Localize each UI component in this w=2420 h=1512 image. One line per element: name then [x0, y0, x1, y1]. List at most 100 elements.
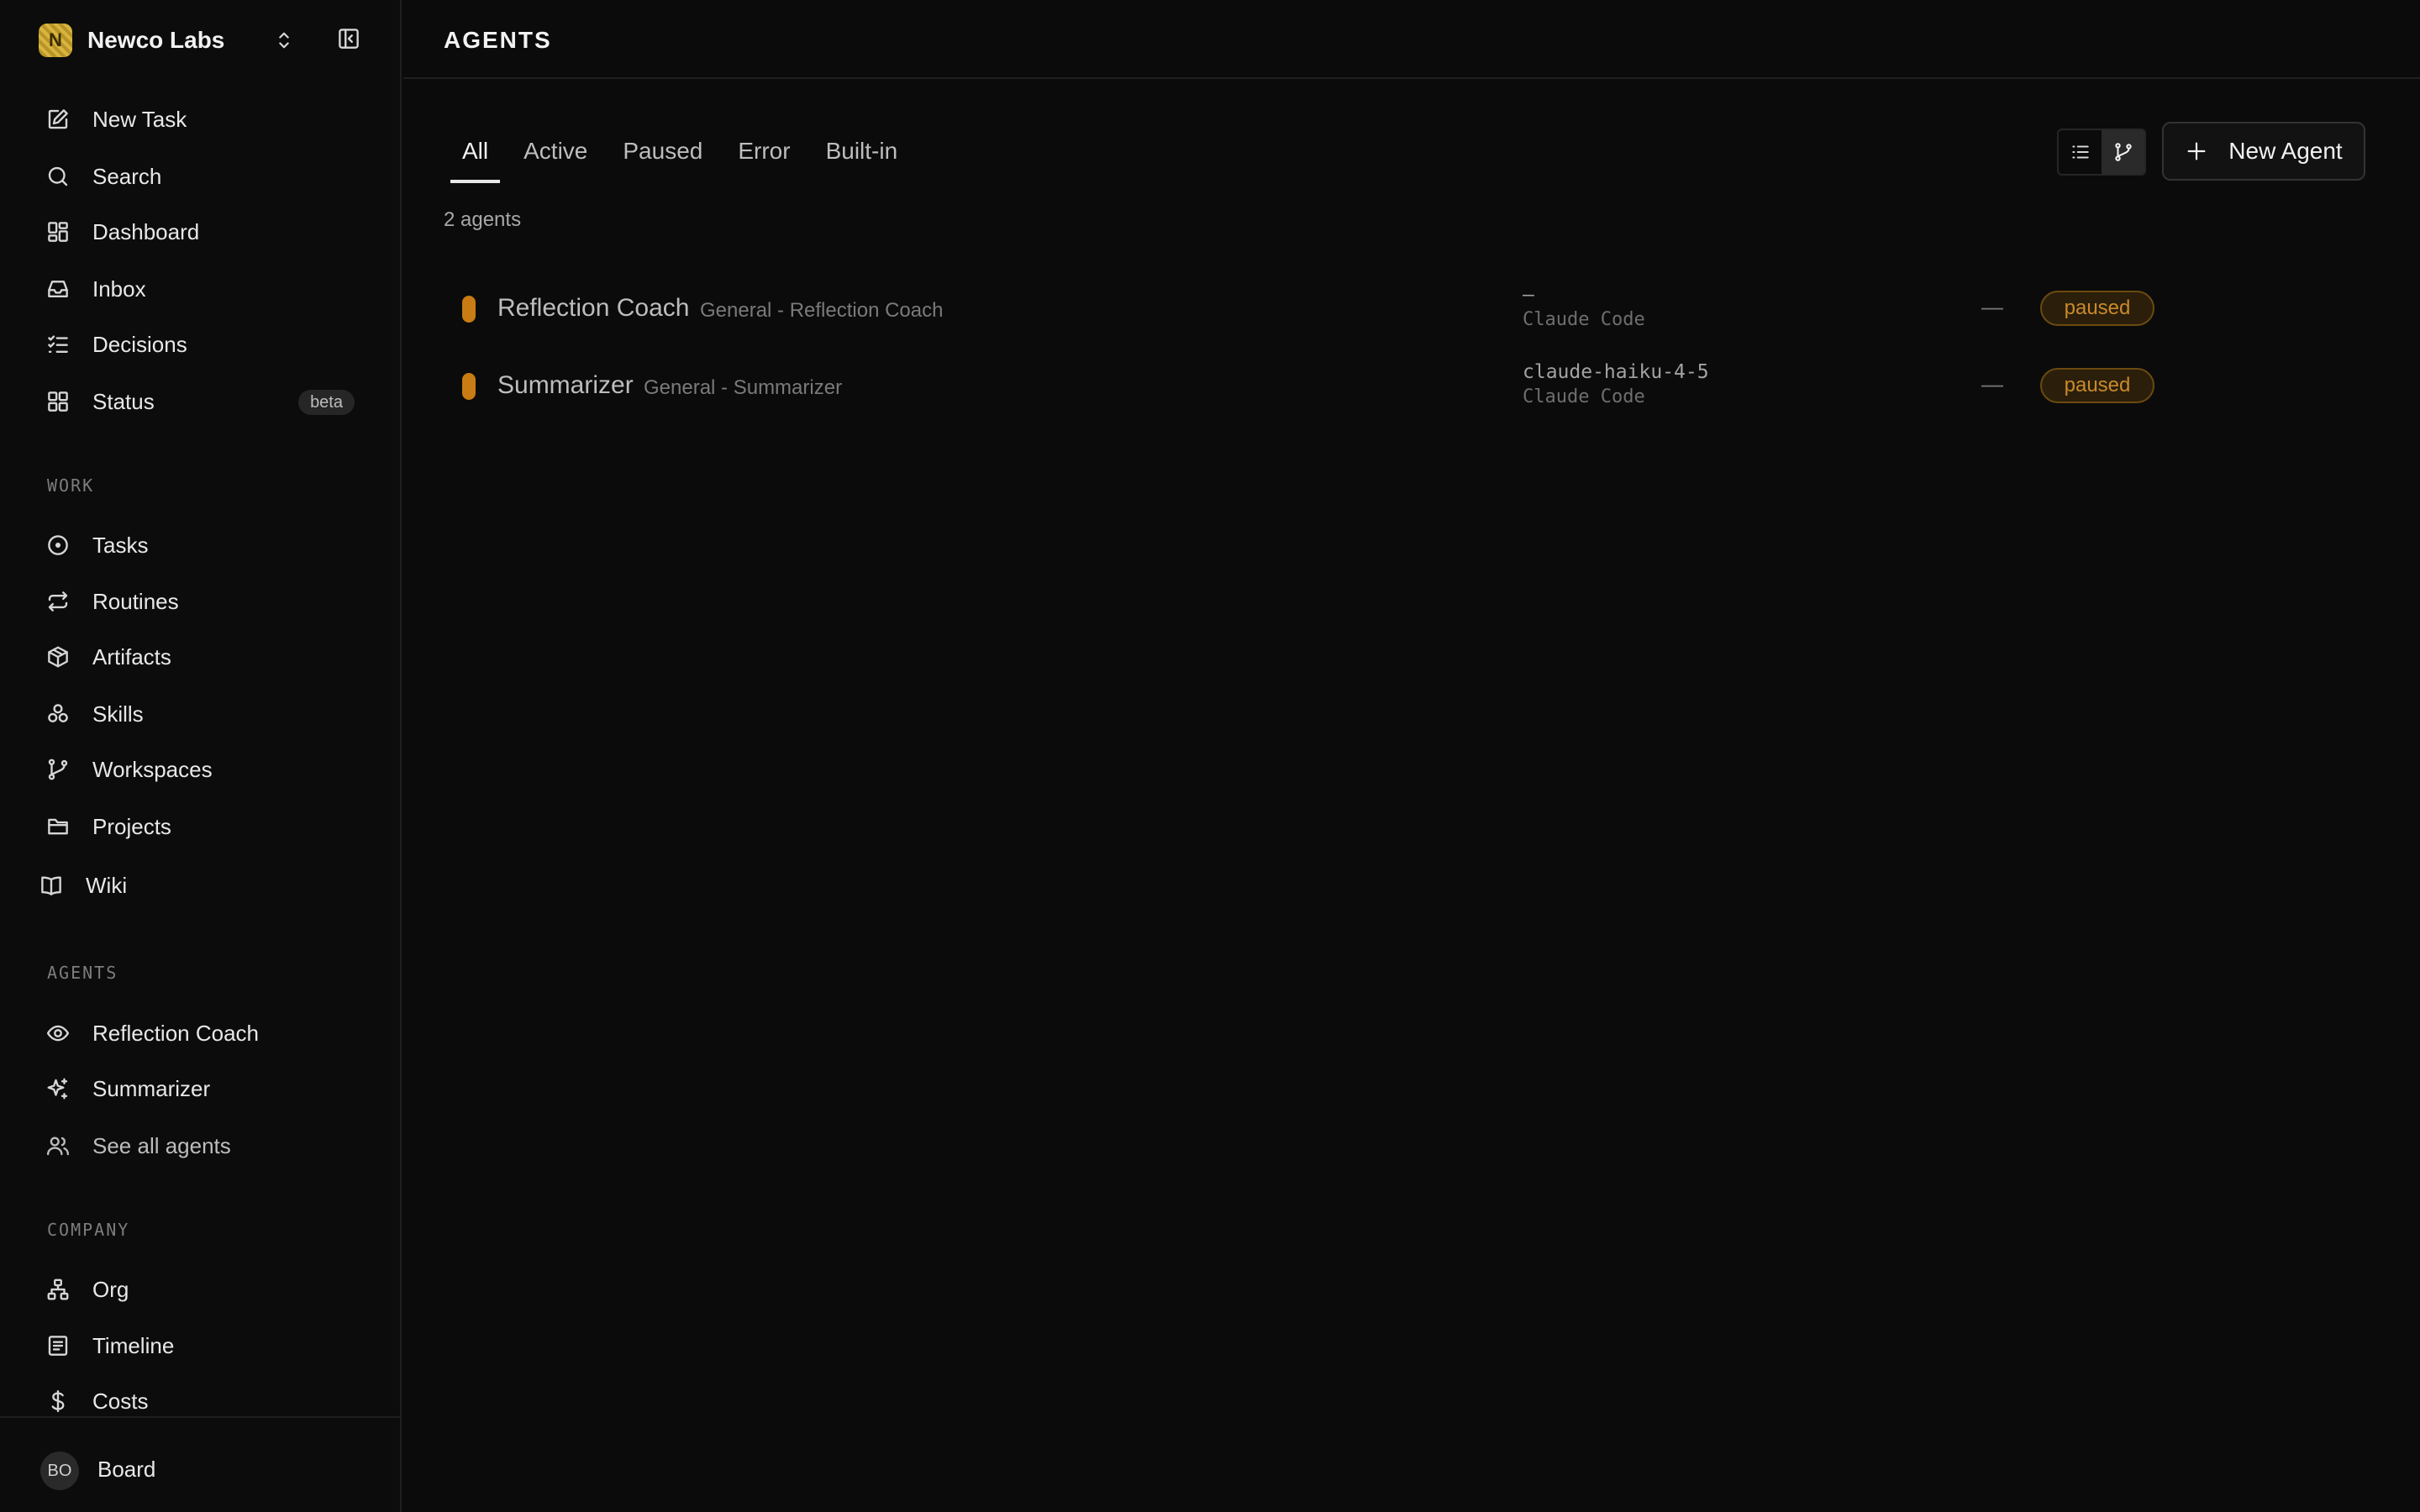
tab-all[interactable]: All — [450, 123, 501, 183]
nav-see-all-agents[interactable]: See all agents — [45, 1127, 365, 1164]
agent-count: 2 agents — [444, 208, 522, 231]
agent-name: Summarizer — [497, 371, 634, 399]
agent-filter-tabs: All Active Paused Error Built-in — [450, 123, 921, 183]
eye-icon — [45, 1021, 71, 1046]
status-badge: paused — [2040, 291, 2154, 326]
nav-label: Org — [92, 1276, 129, 1302]
nav-org[interactable]: Org — [45, 1271, 365, 1308]
nav-label: Wiki — [86, 872, 128, 898]
nav-label: Tasks — [92, 532, 149, 558]
list-view-button[interactable] — [2059, 130, 2102, 174]
nav-label: Dashboard — [92, 218, 200, 244]
nav-new-task[interactable]: New Task — [45, 101, 365, 138]
inbox-icon — [45, 276, 71, 302]
agent-row[interactable]: Summarizer General - Summarizer claude-h… — [444, 353, 2368, 420]
dashboard-icon — [45, 219, 71, 244]
avatar: BO — [40, 1452, 79, 1490]
view-toggle — [2057, 129, 2146, 176]
nav-dashboard[interactable]: Dashboard — [45, 213, 365, 250]
nav-label: Status — [92, 388, 155, 414]
nav-workspaces[interactable]: Workspaces — [45, 751, 365, 788]
nav-label: Reflection Coach — [92, 1020, 259, 1046]
nav-artifacts[interactable]: Artifacts — [45, 638, 365, 675]
agent-row[interactable]: Reflection Coach General - Reflection Co… — [444, 276, 2368, 343]
status-indicator — [462, 296, 476, 323]
nav-decisions[interactable]: Decisions — [45, 326, 365, 363]
nav-inbox[interactable]: Inbox — [45, 270, 365, 307]
collapse-sidebar-icon[interactable] — [336, 26, 361, 51]
nav-label: Artifacts — [92, 643, 171, 669]
agent-model: — — [1523, 284, 1534, 306]
sparkles-icon — [45, 1076, 71, 1101]
nav-label: Timeline — [92, 1332, 175, 1358]
nav-wiki[interactable]: Wiki — [39, 867, 358, 904]
beta-badge: beta — [298, 390, 355, 415]
nav-tasks[interactable]: Tasks — [45, 527, 365, 564]
status-badge: paused — [2040, 368, 2154, 403]
nav-label: Summarizer — [92, 1075, 211, 1101]
nav-skills[interactable]: Skills — [45, 696, 365, 732]
workspace-name: Newco Labs — [87, 27, 225, 53]
tab-error[interactable]: Error — [726, 123, 802, 183]
nav-routines[interactable]: Routines — [45, 583, 365, 620]
nav-label: Search — [92, 163, 162, 189]
agent-model: claude-haiku-4-5 — [1523, 361, 1709, 383]
page-title: AGENTS — [444, 27, 552, 53]
sidebar: N Newco Labs New Task Search Dashboard I… — [0, 0, 402, 1512]
section-label-company: COMPANY — [47, 1220, 130, 1240]
tab-active[interactable]: Active — [512, 123, 599, 183]
book-icon — [39, 873, 64, 898]
board-label: Board — [97, 1457, 156, 1482]
nav-costs[interactable]: Costs — [45, 1383, 365, 1420]
nav-label: Skills — [92, 701, 144, 727]
nav-label: Costs — [92, 1388, 149, 1414]
git-branch-icon — [2112, 141, 2134, 163]
nav-label: See all agents — [92, 1132, 231, 1158]
section-label-work: WORK — [47, 475, 95, 496]
checklist-icon — [45, 332, 71, 357]
agent-last-run: — — [1981, 294, 2003, 319]
nav-timeline[interactable]: Timeline — [45, 1327, 365, 1364]
tree-view-button[interactable] — [2102, 130, 2144, 174]
dollar-icon — [45, 1389, 71, 1414]
nav-agent-reflection-coach[interactable]: Reflection Coach — [45, 1015, 365, 1052]
chevron-up-down-icon[interactable] — [272, 29, 296, 52]
nav-label: Projects — [92, 813, 171, 839]
nav-projects[interactable]: Projects — [45, 808, 365, 845]
git-branch-icon — [45, 757, 71, 782]
agent-name: Reflection Coach — [497, 294, 690, 322]
nav-search[interactable]: Search — [45, 158, 365, 195]
nav-status[interactable]: Status beta — [45, 383, 365, 420]
pencil-square-icon — [45, 107, 71, 132]
new-agent-button[interactable]: New Agent — [2162, 122, 2365, 181]
nav-label: New Task — [92, 106, 187, 132]
users-icon — [45, 1133, 71, 1158]
plus-icon — [2185, 139, 2208, 163]
workspace-logo: N — [39, 24, 72, 57]
agent-runtime: Claude Code — [1523, 309, 1645, 330]
tab-built-in[interactable]: Built-in — [814, 123, 910, 183]
timeline-icon — [45, 1333, 71, 1358]
tab-paused[interactable]: Paused — [611, 123, 714, 183]
nav-agent-summarizer[interactable]: Summarizer — [45, 1070, 365, 1107]
section-label-agents: AGENTS — [47, 963, 118, 983]
nav-label: Workspaces — [92, 756, 213, 782]
grid-icon — [45, 389, 71, 414]
agent-role: General - Reflection Coach — [700, 299, 944, 322]
org-chart-icon — [45, 1277, 71, 1302]
repeat-icon — [45, 589, 71, 614]
folder-icon — [45, 814, 71, 839]
sidebar-footer[interactable]: BO Board — [0, 1416, 400, 1512]
circle-dot-icon — [45, 533, 71, 558]
workspace-switcher[interactable]: N Newco Labs — [39, 22, 375, 59]
nav-label: Routines — [92, 588, 179, 614]
agent-role: General - Summarizer — [644, 376, 843, 399]
nav-label: Decisions — [92, 331, 187, 357]
list-icon — [2070, 141, 2091, 163]
status-indicator — [462, 373, 476, 400]
nav-label: Inbox — [92, 276, 146, 302]
box-icon — [45, 644, 71, 669]
topbar: AGENTS — [403, 0, 2420, 79]
agent-last-run: — — [1981, 371, 2003, 396]
skills-icon — [45, 701, 71, 727]
